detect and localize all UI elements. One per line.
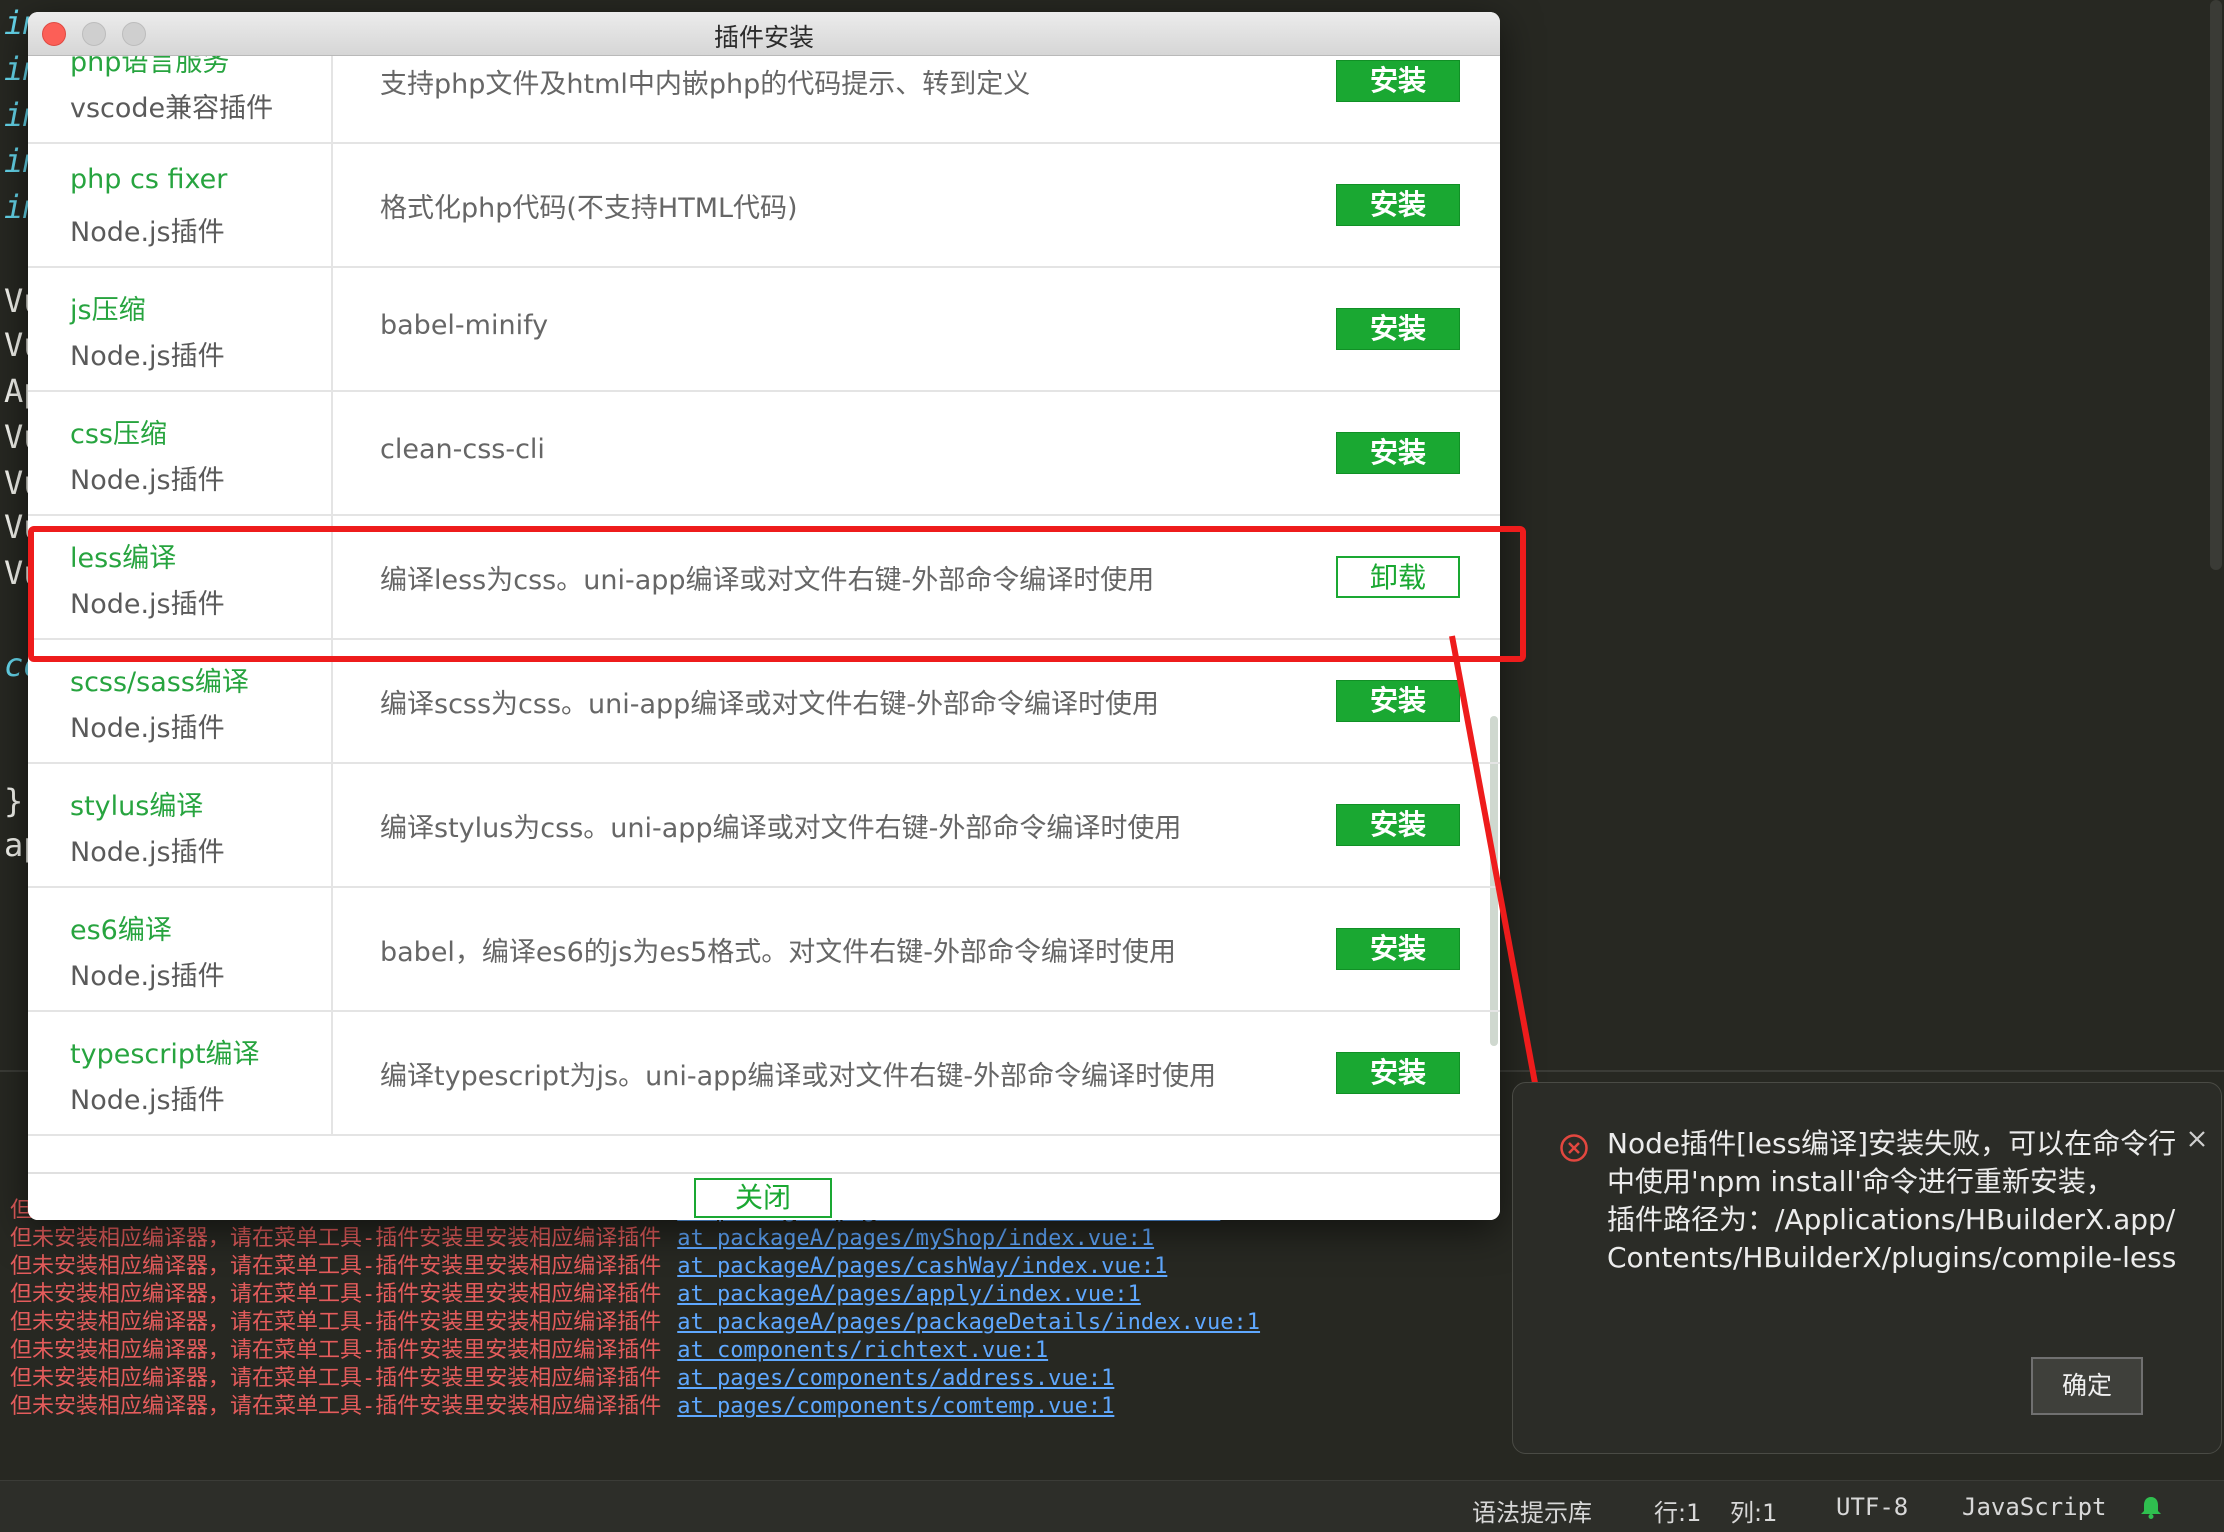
console-line: 但未安装相应编译器，请在菜单工具-插件安装里安装相应编译插件 at pages/c… — [10, 1388, 1114, 1419]
plugin-row: js压缩 Node.js插件 babel-minify 安装 — [28, 268, 1500, 392]
plugin-type: vscode兼容插件 — [70, 93, 274, 124]
annotation-highlight-box — [28, 526, 1526, 662]
language-selector[interactable]: JavaScript — [1962, 1493, 2107, 1521]
console-line: 但未安装相应编译器，请在菜单工具-插件安装里安装相应编译插件at package… — [10, 1304, 1260, 1335]
plugin-row: php语言服务 vscode兼容插件 支持php文件及html中内嵌php的代码提示… — [28, 56, 1500, 144]
notification-close-icon[interactable] — [2185, 1127, 2209, 1151]
plugin-description: 编译scss为css。uni-app编译或对文件右键-外部命令编译时使用 — [380, 689, 1160, 720]
plugin-description: 格式化php代码(不支持HTML代码) — [380, 193, 798, 224]
dialog-title: 插件安装 — [713, 23, 814, 52]
plugin-row: php cs fixer Node.js插件 格式化php代码(不支持HTML代码)… — [28, 144, 1500, 268]
plugin-row: stylus编译 Node.js插件 编译stylus为css。uni-app编译或… — [28, 764, 1500, 888]
console-line: 但未安装相应编译器，请在菜单工具-插件安装里安装相应编译插件 at compone… — [10, 1332, 1048, 1363]
plugin-type: Node.js插件 — [70, 713, 225, 744]
plugin-type: Node.js插件 — [70, 465, 225, 496]
close-button[interactable]: 关闭 — [694, 1178, 832, 1218]
plugin-type: Node.js插件 — [70, 837, 225, 868]
notification-line: Node插件[less编译]安装失败，可以在命令行 — [1607, 1127, 2177, 1160]
plugin-name-cell: es6编译 Node.js插件 — [28, 888, 333, 1010]
plugin-name-cell: stylus编译 Node.js插件 — [28, 764, 333, 886]
dialog-titlebar[interactable]: 插件安装 — [28, 12, 1500, 56]
console-line: 但未安装相应编译器，请在菜单工具-插件安装里安装相应编译插件 at pages/c… — [10, 1360, 1114, 1391]
install-button[interactable]: 安装 — [1336, 308, 1460, 350]
plugin-name-cell: php cs fixer Node.js插件 — [28, 144, 333, 266]
plugin-name-cell: css压缩 Node.js插件 — [28, 392, 333, 514]
plugin-description: clean-css-cli — [380, 434, 545, 465]
notification-line: 中使用'npm install'命令进行重新安装， — [1607, 1165, 2114, 1198]
encoding-selector[interactable]: UTF-8 — [1836, 1493, 1908, 1521]
plugin-type: Node.js插件 — [70, 961, 225, 992]
cursor-col[interactable]: 列:1 — [1730, 1493, 1777, 1528]
error-notification: Node插件[less编译]安装失败，可以在命令行 中使用'npm instal… — [1512, 1082, 2222, 1454]
plugin-description: babel-minify — [380, 310, 549, 341]
dialog-footer: 关闭 — [28, 1172, 1500, 1220]
install-button[interactable]: 安装 — [1336, 60, 1460, 102]
notification-line: Contents/HBuilderX/plugins/compile-less — [1607, 1241, 2177, 1274]
plugin-type: Node.js插件 — [70, 217, 225, 248]
plugin-description: 编译typescript为js。uni-app编译或对文件右键-外部命令编译时使… — [380, 1061, 1217, 1092]
plugin-name: stylus编译 — [70, 791, 204, 822]
bell-icon[interactable] — [2140, 1495, 2162, 1519]
console-line: 但未安装相应编译器，请在菜单工具-插件安装里安装相应编译插件at package… — [10, 1248, 1167, 1279]
plugin-name: php语言服务 — [70, 56, 230, 78]
console-line: 但未安装相应编译器，请在菜单工具-插件安装里安装相应编译插件at package… — [10, 1276, 1141, 1307]
plugin-description: babel，编译es6的js为es5格式。对文件右键-外部命令编译时使用 — [380, 937, 1176, 968]
plugin-name: es6编译 — [70, 915, 172, 946]
plugin-name: php cs fixer — [70, 164, 228, 195]
install-button[interactable]: 安装 — [1336, 1052, 1460, 1094]
plugin-name: css压缩 — [70, 419, 167, 450]
plugin-type: Node.js插件 — [70, 341, 225, 372]
plugin-description: 支持php文件及html中内嵌php的代码提示、转到定义 — [380, 69, 1031, 100]
plugin-name-cell: typescript编译 Node.js插件 — [28, 1012, 333, 1134]
plugin-row: typescript编译 Node.js插件 编译typescript为js。uni… — [28, 1012, 1500, 1136]
notification-line: 插件路径为：/Applications/HBuilderX.app/ — [1607, 1203, 2176, 1236]
plugin-name-cell: js压缩 Node.js插件 — [28, 268, 333, 390]
install-button[interactable]: 安装 — [1336, 184, 1460, 226]
cursor-line[interactable]: 行:1 — [1654, 1493, 1701, 1528]
syntax-lib-button[interactable]: 语法提示库 — [1472, 1493, 1592, 1528]
plugin-name: js压缩 — [70, 295, 146, 326]
install-button[interactable]: 安装 — [1336, 680, 1460, 722]
error-circle-icon — [1560, 1134, 1588, 1162]
plugin-description: 编译stylus为css。uni-app编译或对文件右键-外部命令编译时使用 — [380, 813, 1182, 844]
plugin-row: es6编译 Node.js插件 babel，编译es6的js为es5格式。对文件右键… — [28, 888, 1500, 1012]
statusbar: 语法提示库 行:1 列:1 UTF-8 JavaScript — [0, 1480, 2224, 1532]
plugin-name: scss/sass编译 — [70, 667, 249, 698]
plugin-type: Node.js插件 — [70, 1085, 225, 1116]
install-button[interactable]: 安装 — [1336, 804, 1460, 846]
console-line: 但未安装相应编译器，请在菜单工具-插件安装里安装相应编译插件at package… — [10, 1220, 1154, 1251]
console-message: 但未安装相应编译器，请在菜单工具-插件安装里安装相应编译插件 — [10, 1394, 662, 1419]
notification-message: Node插件[less编译]安装失败，可以在命令行 中使用'npm instal… — [1607, 1125, 2177, 1277]
plugin-name-cell: php语言服务 vscode兼容插件 — [28, 56, 333, 142]
install-button[interactable]: 安装 — [1336, 432, 1460, 474]
plugin-name: typescript编译 — [70, 1039, 260, 1070]
editor-scrollbar[interactable] — [2210, 0, 2222, 570]
plugin-row: css压缩 Node.js插件 clean-css-cli 安装 — [28, 392, 1500, 516]
confirm-button[interactable]: 确定 — [2031, 1357, 2143, 1415]
install-button[interactable]: 安装 — [1336, 928, 1460, 970]
console-file-link[interactable]: at pages/components/comtemp.vue:1 — [677, 1394, 1114, 1419]
